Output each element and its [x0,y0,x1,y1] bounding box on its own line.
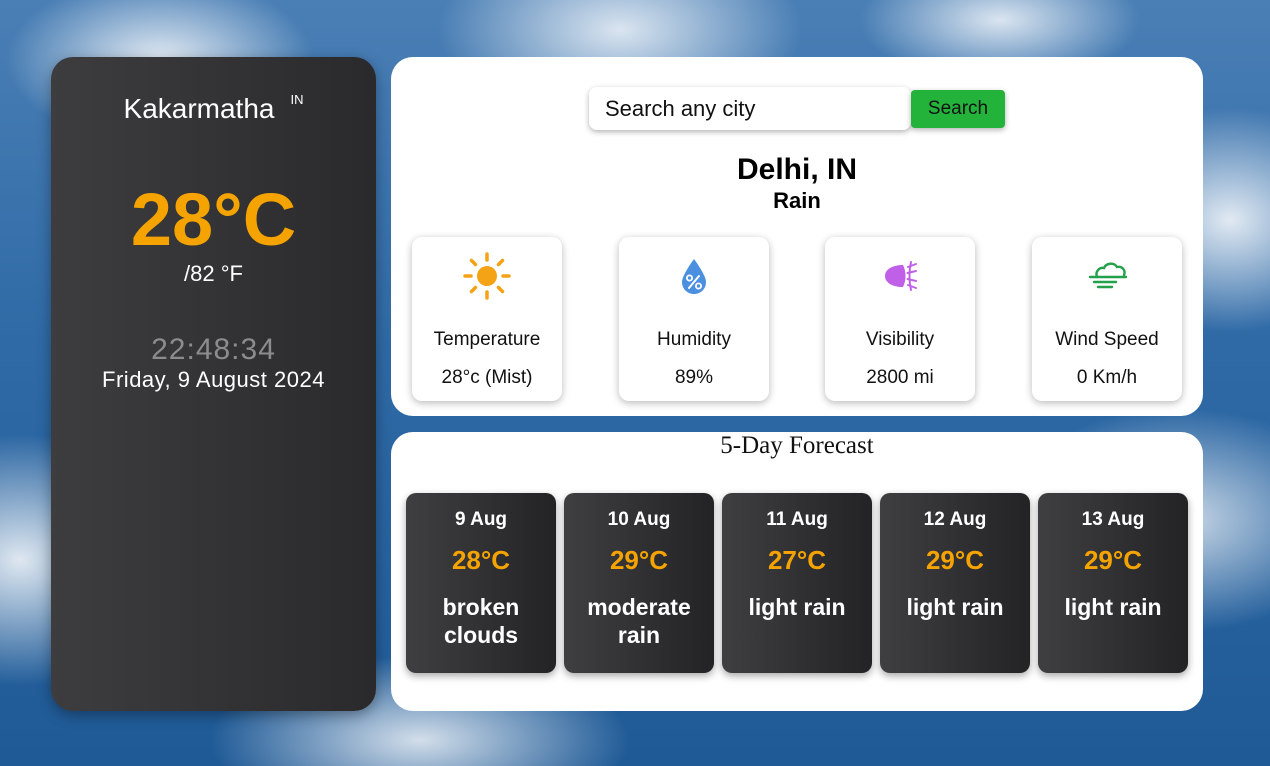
forecast-card: 5-Day Forecast 9 Aug 28°C broken clouds … [391,432,1203,711]
forecast-description: light rain [1064,594,1162,620]
metric-value: 89% [674,367,714,388]
current-time: 22:48:34 [151,333,276,366]
metric-card-humidity: Humidity 89% [619,237,769,401]
country-code: IN [290,92,304,107]
forecast-description: broken clouds [442,594,520,648]
forecast-temp: 29°C [609,545,669,575]
forecast-description: moderate rain [587,594,691,648]
visibility-icon [885,261,917,291]
forecast-date: 10 Aug [607,509,671,530]
metric-card-wind-speed: Wind Speed 0 Km/h [1032,237,1182,401]
forecast-day-card: 12 Aug 29°C light rain [880,493,1030,673]
metric-label: Wind Speed [1055,329,1159,350]
metric-value: 0 Km/h [1076,367,1138,388]
search-button[interactable]: Search [911,90,1005,128]
forecast-day-card: 10 Aug 29°C moderate rain [564,493,714,673]
forecast-date: 13 Aug [1081,509,1145,530]
current-temp-celsius: 28°C [130,178,297,261]
forecast-day-card: 9 Aug 28°C broken clouds [406,493,556,673]
search-input[interactable] [589,87,911,130]
humidity-icon [682,259,706,294]
current-temp-fahrenheit: /82 °F [184,261,243,286]
current-date: Friday, 9 August 2024 [102,367,325,392]
location-title: Delhi, IN [736,153,857,186]
forecast-day-card: 13 Aug 29°C light rain [1038,493,1188,673]
current-weather-panel: Kakarmatha IN 28°C /82 °F 22:48:34 Friday… [51,57,376,711]
city-row: Kakarmatha IN [51,92,376,125]
forecast-temp: 29°C [1083,545,1143,575]
forecast-date: 12 Aug [923,509,987,530]
metric-label: Humidity [657,329,731,350]
forecast-title: 5-Day Forecast [720,432,874,459]
metric-card-temperature: Temperature 28°c (Mist) [412,237,562,401]
metric-label: Temperature [433,329,541,350]
forecast-temp: 28°C [451,545,511,575]
forecast-day-card: 11 Aug 27°C light rain [722,493,872,673]
wind-icon [1088,262,1128,289]
forecast-description: light rain [748,594,846,620]
metric-label: Visibility [865,329,935,350]
city-name: Kakarmatha [123,93,275,124]
weather-details-card: Search Delhi, IN Rain Temperature 28°c (… [391,57,1203,416]
forecast-date: 9 Aug [454,509,508,530]
metric-card-visibility: Visibility 2800 mi [825,237,975,401]
metric-value: 28°c (Mist) [441,367,533,388]
forecast-temp: 27°C [767,545,827,575]
forecast-date: 11 Aug [766,509,828,530]
location-condition: Rain [773,188,821,213]
forecast-temp: 29°C [925,545,985,575]
sun-icon [463,252,511,300]
forecast-description: light rain [906,594,1004,620]
metric-value: 2800 mi [866,367,934,388]
